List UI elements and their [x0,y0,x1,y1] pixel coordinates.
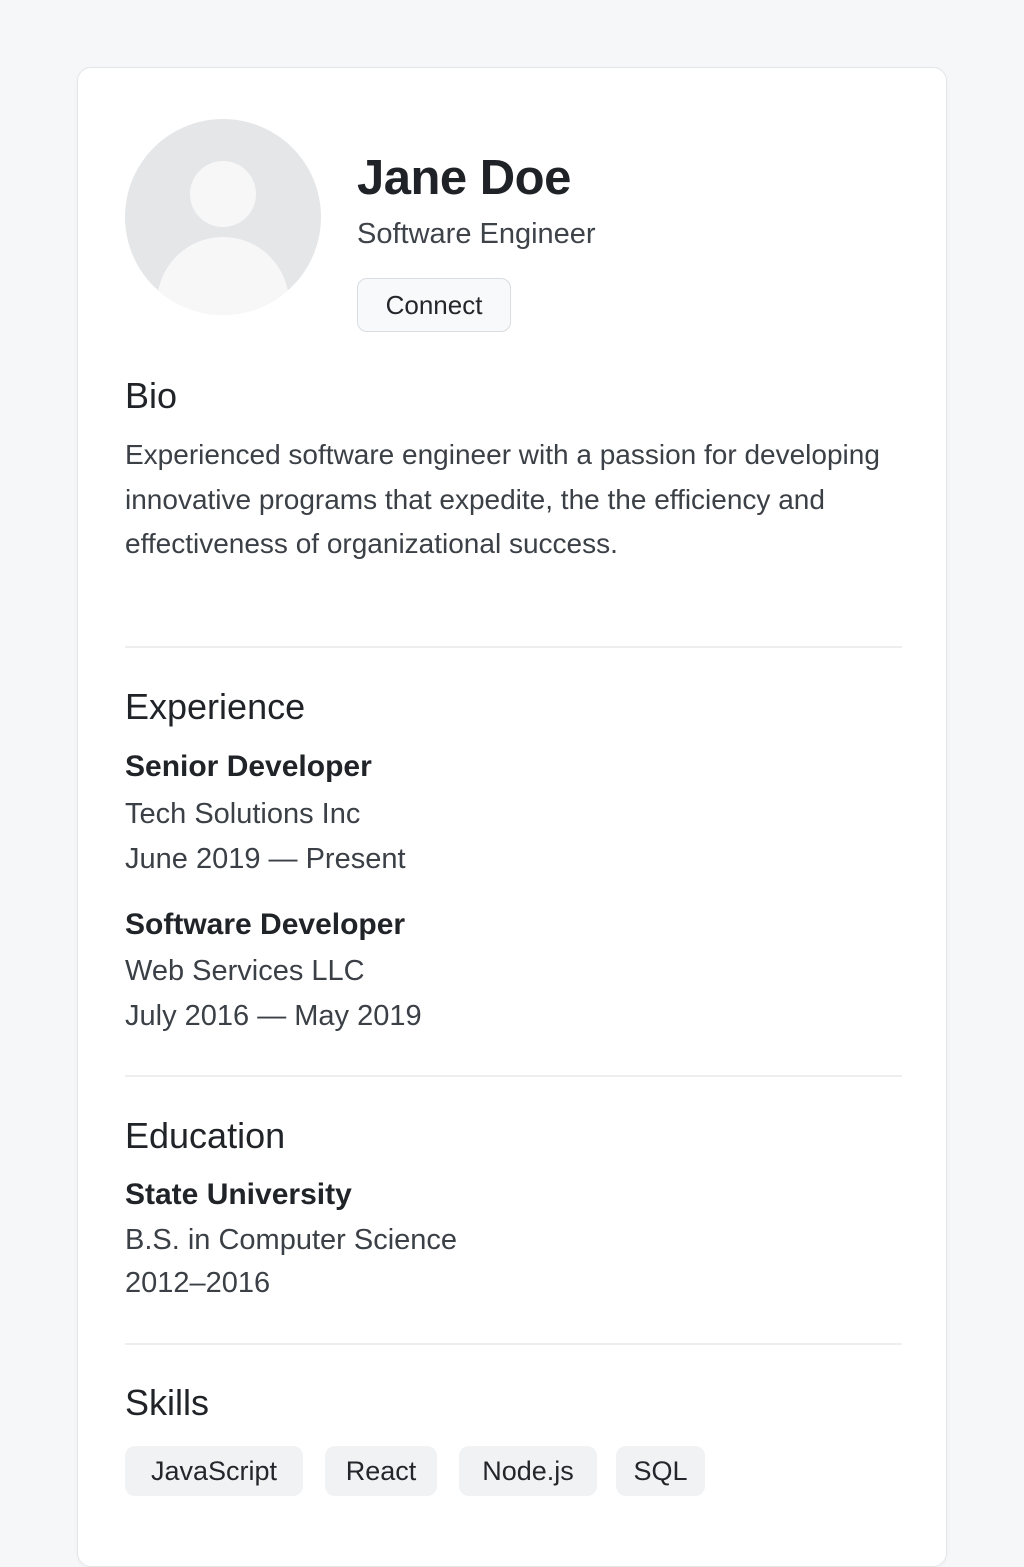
education-school: State University [125,1178,352,1211]
experience-item-1-company: Web Services LLC [125,955,365,987]
education-heading: Education [125,1115,286,1156]
bio-text: Experienced software engineer with a pas… [125,439,880,559]
experience-item-0-position: Senior Developer [125,750,372,783]
profile-name: Jane Doe [357,151,571,205]
bio-heading: Bio [125,375,178,416]
education-degree: B.S. in Computer Science [125,1224,458,1256]
experience-item-0-dates: June 2019 — Present [125,843,406,875]
skill-tag: SQL [616,1446,705,1496]
experience-item-0-company: Tech Solutions Inc [125,798,361,830]
skills-heading: Skills [125,1382,210,1423]
avatar-shoulders-shape [157,237,289,315]
connect-button[interactable]: Connect [357,278,511,332]
skill-tag: React [325,1446,437,1496]
experience-item-1-position: Software Developer [125,908,406,941]
divider [125,1343,902,1345]
experience-item-1-dates: July 2016 — May 2019 [125,1000,422,1032]
profile-card: Jane Doe Software Engineer Connect Bio E… [77,67,947,1567]
avatar [125,119,321,315]
divider [125,646,902,648]
avatar-head-shape [190,161,256,227]
divider [125,1075,902,1077]
skill-tag: JavaScript [125,1446,303,1496]
skill-tag: Node.js [459,1446,597,1496]
profile-role: Software Engineer [357,218,596,250]
experience-heading: Experience [125,686,306,727]
education-years: 2012–2016 [125,1267,271,1299]
